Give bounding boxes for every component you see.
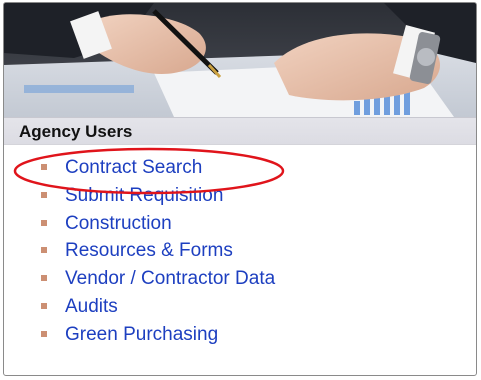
square-bullet-icon	[41, 247, 47, 254]
section-title: Agency Users	[19, 122, 133, 141]
square-bullet-icon	[41, 275, 47, 282]
menu-item-vendor-contractor-data: Vendor / Contractor Data	[4, 266, 476, 294]
agency-users-panel: Agency Users Contract Search Submit Requ…	[3, 2, 477, 376]
contract-search-link[interactable]: Contract Search	[65, 157, 202, 179]
menu-item-resources-forms: Resources & Forms	[4, 238, 476, 266]
section-header: Agency Users	[4, 117, 476, 145]
square-bullet-icon	[41, 302, 47, 309]
green-purchasing-link[interactable]: Green Purchasing	[65, 324, 218, 346]
audits-link[interactable]: Audits	[65, 296, 118, 318]
construction-link[interactable]: Construction	[65, 213, 172, 235]
menu-item-green-purchasing: Green Purchasing	[4, 322, 476, 350]
square-bullet-icon	[41, 330, 47, 337]
square-bullet-icon	[41, 164, 47, 170]
resources-forms-link[interactable]: Resources & Forms	[65, 240, 233, 262]
menu-item-submit-requisition: Submit Requisition	[4, 183, 476, 211]
hero-image	[4, 3, 476, 117]
square-bullet-icon	[41, 219, 47, 226]
hands-signing-document-image	[4, 3, 476, 117]
agency-users-menu: Contract Search Submit Requisition Const…	[4, 155, 476, 350]
submit-requisition-link[interactable]: Submit Requisition	[65, 185, 223, 207]
square-bullet-icon	[41, 191, 47, 198]
menu-item-construction: Construction	[4, 211, 476, 239]
menu-item-contract-search: Contract Search	[4, 155, 476, 183]
menu-item-audits: Audits	[4, 294, 476, 322]
vendor-contractor-data-link[interactable]: Vendor / Contractor Data	[65, 268, 275, 290]
